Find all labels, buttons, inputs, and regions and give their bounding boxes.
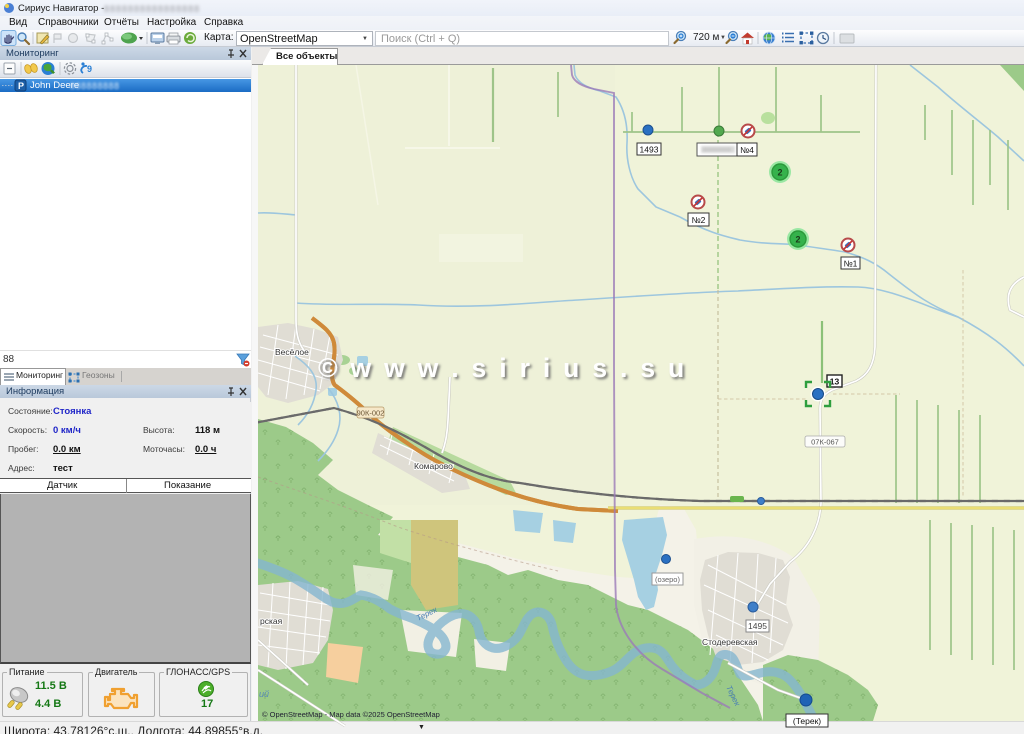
svg-text:13: 13 bbox=[830, 377, 840, 387]
svg-text:1493: 1493 bbox=[640, 145, 659, 155]
svg-text:Стодеревская: Стодеревская bbox=[702, 637, 758, 647]
svg-text:90К-002: 90К-002 bbox=[357, 409, 385, 418]
svg-text:1495: 1495 bbox=[748, 621, 767, 631]
svg-text:ий: ий bbox=[259, 689, 269, 699]
svg-text:№1: №1 bbox=[844, 259, 858, 269]
svg-text:№2: №2 bbox=[692, 215, 706, 225]
svg-text:2: 2 bbox=[795, 235, 800, 245]
svg-text:© OpenStreetMap - Map data ©20: © OpenStreetMap - Map data ©2025 OpenStr… bbox=[262, 710, 440, 719]
svg-text:P: P bbox=[18, 81, 24, 91]
svg-text:07К-067: 07К-067 bbox=[811, 438, 839, 447]
svg-text:рская: рская bbox=[260, 616, 283, 626]
svg-text:9: 9 bbox=[87, 64, 92, 74]
svg-text:(озеро): (озеро) bbox=[655, 575, 680, 584]
svg-text:2: 2 bbox=[777, 168, 782, 178]
svg-text:(Терек): (Терек) bbox=[793, 716, 821, 726]
svg-text:© w w w . s i r i u s . s u: © w w w . s i r i u s . s u bbox=[318, 353, 687, 383]
svg-text:Комарово: Комарово bbox=[414, 461, 453, 471]
svg-text:Весёлое: Весёлое bbox=[275, 347, 309, 357]
svg-text:№4: №4 bbox=[740, 145, 754, 155]
